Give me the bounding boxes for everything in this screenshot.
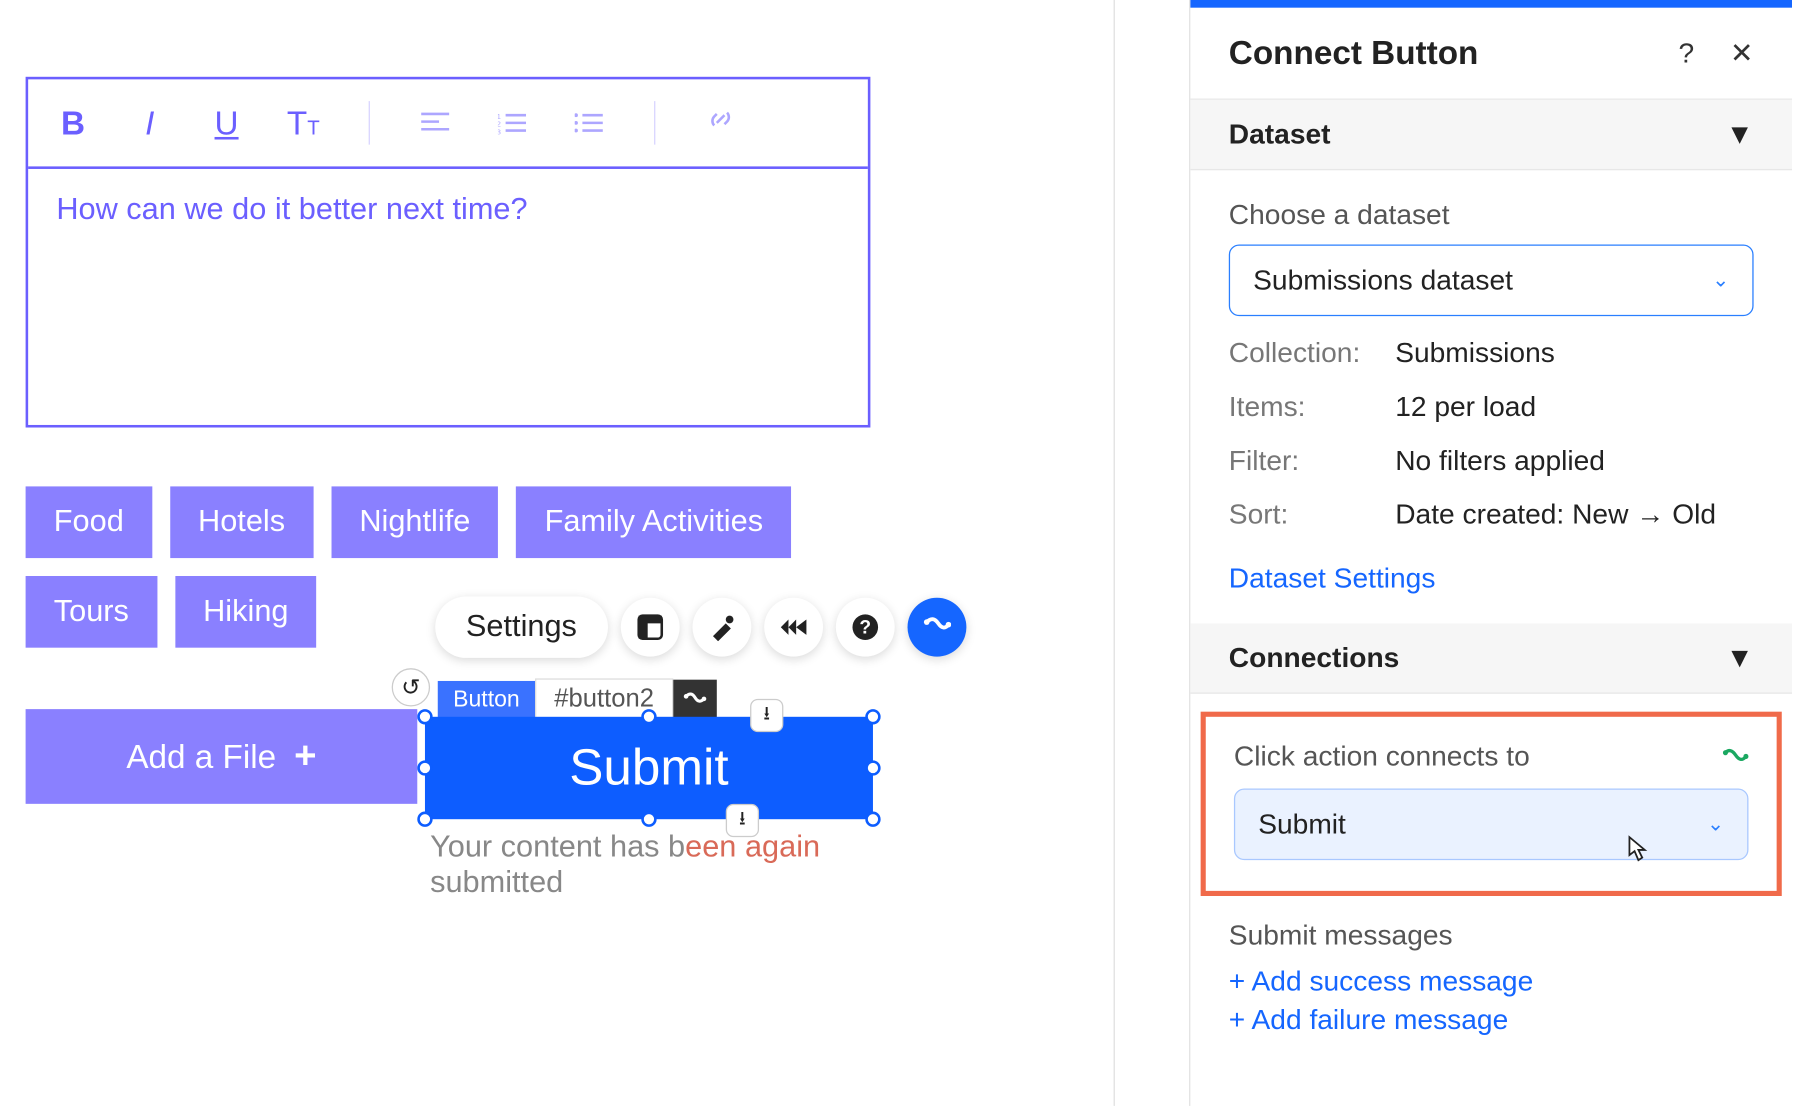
resize-handle[interactable] [417,760,432,775]
connections-section-header[interactable]: Connections ▼ [1190,623,1792,693]
dataset-select[interactable]: Submissions dataset ⌄ [1229,244,1754,316]
resize-handle[interactable] [417,812,432,827]
chevron-down-icon: ⌄ [1712,268,1729,294]
rich-text-editor: B I U TT 123 How can we do it [26,77,871,428]
rte-textarea[interactable]: How can we do it better next time? [28,169,868,425]
chevron-down-icon: ⌄ [1707,812,1724,838]
element-connect-icon[interactable] [673,680,717,718]
connect-data-icon [1723,744,1749,770]
tag-family-activities[interactable]: Family Activities [516,486,791,558]
kv-key: Items: [1229,390,1395,423]
tag-nightlife[interactable]: Nightlife [331,486,498,558]
align-left-icon[interactable] [416,103,454,143]
dataset-section-body: Choose a dataset Submissions dataset ⌄ C… [1190,170,1792,623]
click-action-highlight: Click action connects to Submit ⌄ [1201,712,1782,896]
download-icon[interactable]: ⭳ [750,699,783,732]
panel-header: Connect Button ? ✕ [1190,8,1792,100]
connections-title: Connections [1229,641,1400,674]
submit-messages-group: Submit messages + Add success message + … [1190,896,1792,1062]
resize-handle[interactable] [641,709,656,724]
submit-button-selection: Submit ⭳ ⭳ [425,717,873,819]
tag-food[interactable]: Food [26,486,152,558]
kv-key: Collection: [1229,337,1395,370]
kv-value: Date created: New → Old [1395,498,1716,531]
tag-hotels[interactable]: Hotels [170,486,313,558]
rte-toolbar: B I U TT 123 [28,79,868,169]
dataset-settings-link[interactable]: Dataset Settings [1229,562,1436,595]
status-messages: Your content has been again submitted [430,829,865,901]
dataset-select-value: Submissions dataset [1253,264,1513,297]
kv-key: Filter: [1229,444,1395,477]
choose-dataset-label: Choose a dataset [1229,198,1754,231]
kv-value: Submissions [1395,337,1555,370]
tag-tours[interactable]: Tours [26,576,157,648]
click-action-label: Click action connects to [1234,740,1530,773]
status-line-2: submitted [430,865,865,901]
element-label-bar: Button #button2 [438,678,717,719]
help-icon[interactable]: ? [835,598,894,657]
panel-title: Connect Button [1229,33,1479,73]
plus-icon: + [294,735,316,779]
connect-button-panel: Connect Button ? ✕ Dataset ▼ Choose a da… [1190,0,1792,1106]
settings-button[interactable]: Settings [435,596,607,657]
link-icon[interactable] [701,103,739,143]
separator [654,101,655,145]
resize-handle[interactable] [641,812,656,827]
close-icon[interactable]: ✕ [1730,36,1754,69]
chevron-down-icon: ▼ [1726,118,1754,151]
click-action-select[interactable]: Submit ⌄ [1234,788,1749,860]
bold-icon[interactable]: B [54,103,92,143]
editor-canvas: B I U TT 123 How can we do it [0,0,1114,1106]
dataset-section-header[interactable]: Dataset ▼ [1190,100,1792,170]
design-icon[interactable] [692,598,751,657]
textsize-icon[interactable]: TT [284,103,322,143]
svg-text:3: 3 [498,127,501,134]
chevron-down-icon: ▼ [1726,641,1754,674]
kv-value: 12 per load [1395,390,1536,423]
add-file-label: Add a File [126,737,276,777]
add-file-button[interactable]: Add a File + [26,709,418,804]
status-line-1: Your content has been again [430,829,865,865]
connect-data-icon[interactable] [907,598,966,657]
dataset-title: Dataset [1229,118,1331,151]
element-type-label: Button [438,680,535,717]
layout-icon[interactable] [620,598,679,657]
svg-text:?: ? [859,618,871,639]
italic-icon[interactable]: I [131,103,169,143]
resize-handle[interactable] [865,760,880,775]
add-failure-message-link[interactable]: + Add failure message [1229,1004,1754,1037]
numbered-list-icon[interactable]: 123 [493,103,531,143]
submit-button[interactable]: Submit [425,717,873,819]
element-floating-toolbar: Settings ? [435,596,966,657]
resize-handle[interactable] [417,709,432,724]
resize-handle[interactable] [865,709,880,724]
vertical-divider [1114,0,1191,1106]
resize-handle[interactable] [865,812,880,827]
submit-messages-title: Submit messages [1229,919,1754,952]
tag-hiking[interactable]: Hiking [175,576,317,648]
kv-key: Sort: [1229,498,1395,531]
add-success-message-link[interactable]: + Add success message [1229,965,1754,998]
panel-help-icon[interactable]: ? [1678,36,1694,69]
kv-value: No filters applied [1395,444,1605,477]
click-action-value: Submit [1258,808,1346,841]
separator [369,101,370,145]
bullet-list-icon[interactable] [570,103,608,143]
undo-icon[interactable]: ↺ [392,668,430,706]
animation-icon[interactable] [764,598,823,657]
underline-icon[interactable]: U [207,103,245,143]
